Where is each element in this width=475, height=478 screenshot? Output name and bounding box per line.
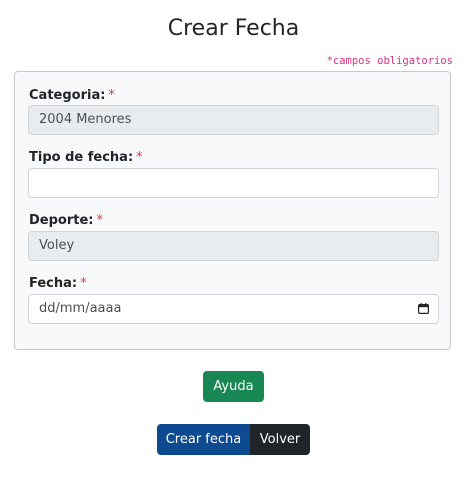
form-card: Categoria: * 2004 Menores Tipo de fecha: *… bbox=[14, 71, 451, 350]
help-button[interactable]: Ayuda bbox=[203, 371, 264, 402]
required-marker: * bbox=[108, 88, 115, 103]
categoria-label-text: Categoria: bbox=[29, 88, 106, 103]
back-button[interactable]: Volver bbox=[250, 424, 310, 455]
fecha-label-text: Fecha: bbox=[29, 276, 78, 291]
page-title: Crear Fecha bbox=[167, 16, 300, 41]
tipo-fecha-label: Tipo de fecha: * bbox=[29, 150, 143, 165]
tipo-fecha-input[interactable] bbox=[28, 168, 439, 198]
deporte-field[interactable]: Voley bbox=[28, 231, 439, 261]
tipo-fecha-label-text: Tipo de fecha: bbox=[29, 150, 134, 165]
required-marker: * bbox=[80, 276, 87, 291]
fecha-placeholder: dd/mm/aaaa bbox=[39, 301, 122, 316]
required-marker: * bbox=[96, 213, 104, 228]
fecha-label: Fecha: * bbox=[29, 276, 87, 291]
categoria-label: Categoria: * bbox=[29, 88, 115, 103]
deporte-label: Deporte: * bbox=[29, 213, 103, 228]
calendar-icon[interactable] bbox=[418, 303, 429, 314]
deporte-label-text: Deporte: bbox=[29, 213, 94, 228]
create-date-button[interactable]: Crear fecha bbox=[157, 424, 250, 455]
fecha-input[interactable]: dd/mm/aaaa bbox=[28, 294, 439, 324]
required-fields-note: *campos obligatorios bbox=[326, 55, 453, 67]
required-marker: * bbox=[136, 150, 143, 165]
categoria-field[interactable]: 2004 Menores bbox=[28, 105, 439, 135]
